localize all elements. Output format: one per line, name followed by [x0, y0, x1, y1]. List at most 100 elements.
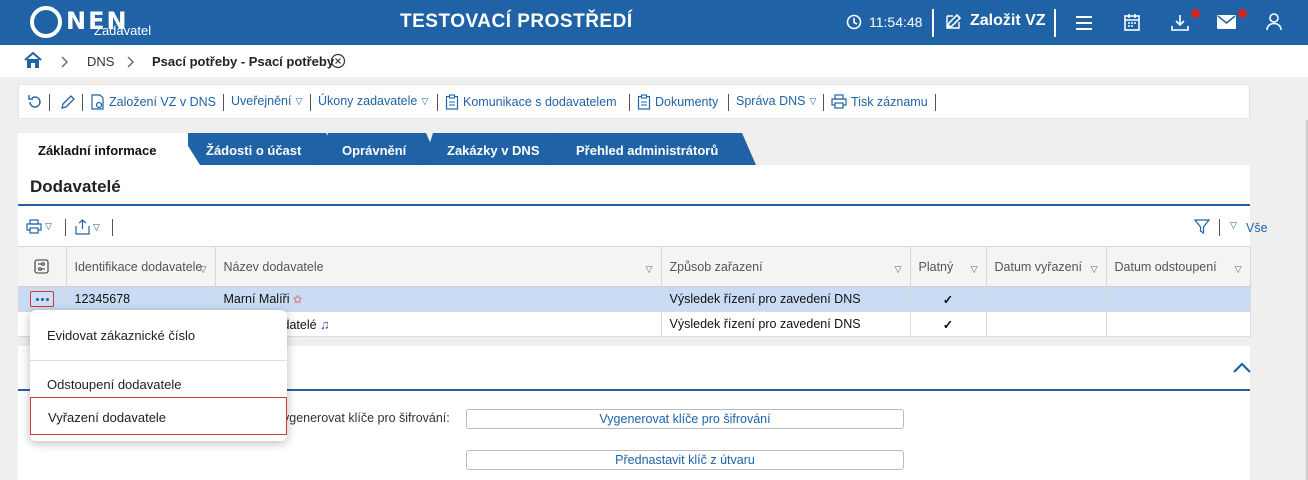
tab-zakladni-label: Základní informace	[38, 143, 157, 158]
column-header-identifikace[interactable]: Identifikace dodavatele ▽	[66, 246, 216, 287]
printer-icon	[26, 219, 42, 234]
grid-print-button[interactable]: ▽	[26, 219, 52, 234]
breadcrumb-dns[interactable]: DNS	[87, 54, 114, 69]
dropdown-caret-icon: ▽	[295, 95, 303, 106]
sort-icon[interactable]: ▽	[1091, 262, 1098, 276]
column-settings-header[interactable]	[18, 246, 67, 287]
toolbar-divider	[82, 94, 83, 111]
mail-icon[interactable]	[1217, 15, 1236, 29]
music-note-icon: ♫	[320, 316, 330, 332]
download-notification-dot	[1191, 9, 1200, 18]
column-settings-icon	[34, 259, 49, 274]
column-header-label: Identifikace dodavatele	[74, 259, 203, 274]
refresh-icon[interactable]	[27, 94, 43, 110]
menu-icon[interactable]	[1075, 15, 1093, 31]
column-header-label: Platný	[918, 259, 954, 274]
edit-icon[interactable]	[60, 94, 75, 110]
sort-icon[interactable]: ▽	[971, 262, 978, 276]
column-header-label: Datum vyřazení	[994, 259, 1083, 274]
panel-title: Dodavatelé	[30, 177, 121, 196]
dropdown-caret-icon: ▽	[93, 221, 100, 232]
chevron-right-icon	[127, 56, 134, 68]
supplier-name: datelé	[282, 317, 317, 332]
toolbar-ukony[interactable]: Úkony zadavatele ▽	[318, 94, 428, 108]
preset-key-button[interactable]: Přednastavit klíč z útvaru	[466, 450, 904, 470]
toolbar-divider	[1219, 219, 1220, 236]
calendar-icon[interactable]	[1124, 13, 1140, 31]
cell-datum-vyrazeni	[986, 311, 1107, 337]
filter-icon[interactable]	[1194, 219, 1210, 235]
divider	[932, 9, 934, 37]
row-context-menu: Evidovat zákaznické číslo Odstoupení dod…	[30, 310, 287, 441]
sort-icon[interactable]: ▽	[646, 262, 653, 276]
column-header-nazev[interactable]: Název dodavatele ▽	[215, 246, 662, 287]
download-icon[interactable]	[1171, 14, 1189, 32]
generate-keys-button[interactable]: Vygenerovat klíče pro šifrování	[466, 409, 904, 429]
printer-icon	[831, 94, 847, 109]
sort-icon[interactable]: ▽	[1235, 262, 1242, 276]
generate-keys-label: ygenerovat klíče pro šifrování:	[283, 411, 450, 425]
cell-datum-vyrazeni	[986, 286, 1107, 312]
tab-zakladni[interactable]: Základní informace	[18, 133, 200, 165]
dropdown-caret-icon: ▽	[45, 221, 52, 231]
chevron-right-icon	[61, 56, 68, 68]
column-header-datum-vyrazeni[interactable]: Datum vyřazení ▽	[986, 246, 1107, 287]
grid-export-button[interactable]: ▽	[75, 219, 100, 235]
session-clock: 11:54:48	[846, 14, 922, 30]
tab-zadosti-label: Žádosti o účast	[206, 143, 302, 158]
clipboard-icon	[445, 94, 459, 110]
tab-prehled[interactable]: Přehled administrátorů	[548, 133, 756, 165]
menu-item-odstoupeni[interactable]: Odstoupení dodavatele	[30, 377, 287, 392]
tab-opravneni[interactable]: Oprávnění	[318, 133, 440, 165]
toolbar-tisk[interactable]: Tisk záznamu	[831, 94, 928, 109]
user-icon[interactable]	[1266, 13, 1282, 31]
brain-icon: ✿	[292, 294, 303, 306]
toolbar-zalozeni-vz-label: Založení VZ v DNS	[109, 95, 216, 109]
create-vz-button[interactable]: Založit VZ	[945, 12, 1046, 30]
toolbar-dokumenty-label: Dokumenty	[655, 95, 719, 109]
column-header-datum-odstoupeni[interactable]: Datum odstoupení ▽	[1106, 246, 1251, 287]
tab-zadosti[interactable]: Žádosti o účast	[178, 133, 340, 165]
breadcrumb-current: Psací potřeby - Psací potřeby	[152, 54, 335, 69]
toolbar-komunikace[interactable]: Komunikace s dodavatelem	[445, 94, 617, 110]
column-header-platny[interactable]: Platný ▽	[910, 246, 987, 287]
row-actions-button[interactable]	[30, 290, 54, 307]
toolbar-zalozeni-vz[interactable]: Založení VZ v DNS	[90, 94, 216, 110]
toolbar-sprava-dns[interactable]: Správa DNS ▽	[736, 94, 816, 108]
menu-item-evidovat[interactable]: Evidovat zákaznické číslo	[30, 328, 287, 343]
row-actions-cell[interactable]	[18, 286, 67, 312]
column-header-label: Název dodavatele	[223, 259, 324, 274]
toolbar-uverejneni[interactable]: Uveřejnění ▽	[231, 94, 302, 108]
toolbar-divider	[65, 219, 66, 236]
cell-zpusob: Výsledek řízení pro zavedení DNS	[661, 286, 911, 312]
environment-title: TESTOVACÍ PROSTŘEDÍ	[400, 11, 633, 32]
home-icon[interactable]	[24, 52, 42, 69]
chevron-up-icon[interactable]	[1232, 362, 1252, 374]
column-header-label: Způsob zařazení	[669, 259, 763, 274]
toolbar-divider	[223, 94, 224, 111]
mail-notification-dot	[1238, 9, 1247, 18]
toolbar-dokumenty[interactable]: Dokumenty	[637, 94, 718, 110]
sort-icon[interactable]: ▽	[895, 262, 902, 276]
toolbar-komunikace-label: Komunikace s dodavatelem	[463, 95, 617, 109]
clock-icon	[846, 14, 862, 30]
toolbar-divider	[112, 219, 113, 236]
table-row[interactable]: 12345678 Marní Malíři ✿ Výsledek řízení …	[18, 286, 1251, 312]
close-icon[interactable]	[330, 53, 346, 69]
toolbar-sprava-dns-label: Správa DNS	[736, 94, 806, 108]
sort-icon[interactable]: ▽	[200, 262, 207, 276]
toolbar-divider	[823, 94, 824, 111]
filter-all-label[interactable]: Vše	[1246, 221, 1268, 235]
menu-item-vyrazeni[interactable]: Vyřazení dodavatele	[30, 397, 287, 435]
tab-prehled-label: Přehled administrátorů	[576, 143, 719, 158]
top-bar: NEN Zadavatel TESTOVACÍ PROSTŘEDÍ 11:54:…	[0, 0, 1308, 45]
toolbar-divider	[728, 94, 729, 111]
tab-zakazky-label: Zakázky v DNS	[447, 143, 540, 158]
action-toolbar: Založení VZ v DNS Uveřejnění ▽ Úkony zad…	[18, 84, 1250, 119]
dropdown-caret-icon: ▽	[421, 95, 429, 106]
clipboard-icon	[637, 94, 651, 110]
toolbar-divider	[935, 94, 936, 111]
logo-subtitle: Zadavatel	[94, 23, 152, 38]
column-header-zpusob[interactable]: Způsob zařazení ▽	[661, 246, 911, 287]
supplier-name: Marní Malíři	[223, 292, 290, 306]
